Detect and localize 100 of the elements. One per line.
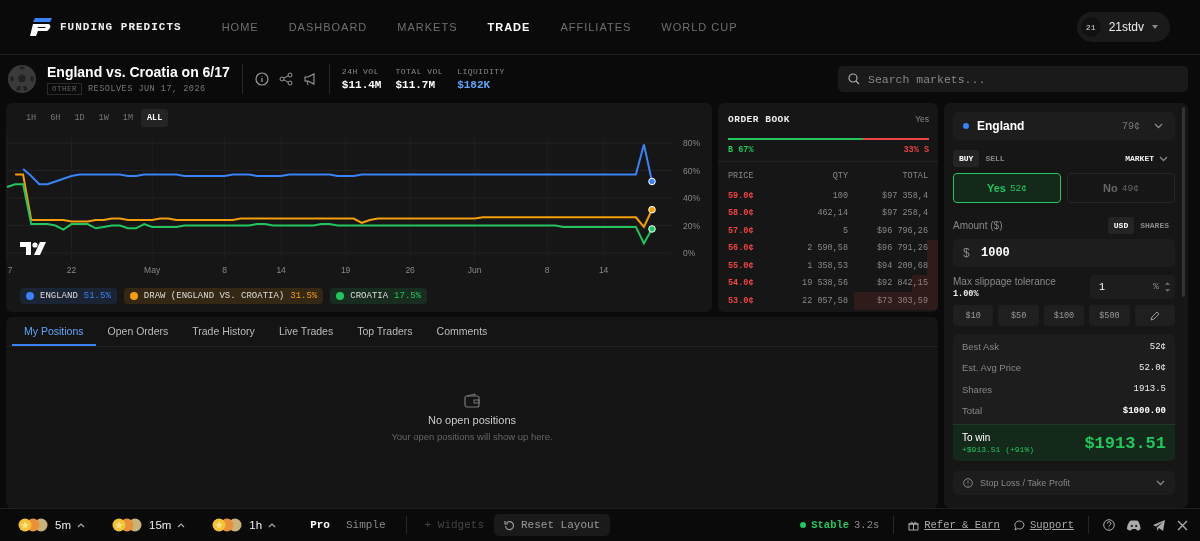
- quantity-cell-text: 462,14: [816, 208, 848, 219]
- percent-unit: %: [1153, 281, 1159, 292]
- nav-link[interactable]: TRADE: [487, 21, 531, 33]
- user-badge: 21: [1080, 17, 1101, 37]
- info-icon[interactable]: [254, 72, 269, 86]
- search-field[interactable]: Search markets...: [838, 66, 1188, 92]
- empty-state-title: No open positions: [427, 414, 517, 426]
- legend-item[interactable]: ENGLAND 51.5%: [20, 288, 117, 304]
- stepper-icon[interactable]: [1165, 281, 1170, 293]
- status-dot: [800, 522, 807, 528]
- outcome-button[interactable]: Yes 52¢: [953, 173, 1061, 203]
- slippage-value: 1.00%: [953, 288, 980, 299]
- x-axis-label: 8: [544, 265, 550, 275]
- side-label: Yes: [915, 114, 929, 124]
- panel-tab[interactable]: Trade History: [180, 317, 267, 346]
- quantity-cell-text: 100: [831, 190, 848, 201]
- range-tab[interactable]: 1M: [116, 109, 139, 127]
- y-axis-label: 60%: [683, 165, 700, 176]
- price-cell-text: 54.0¢: [728, 278, 755, 289]
- market-timeframe-button[interactable]: 1h: [211, 518, 277, 532]
- stat-label: LIQUIDITY: [457, 67, 505, 76]
- x-axis-label: 7: [7, 265, 13, 275]
- nav-link[interactable]: AFFILIATES: [560, 21, 632, 33]
- mode-tab[interactable]: Pro: [302, 519, 338, 531]
- x-axis-label: 14: [276, 265, 286, 275]
- panel-tab[interactable]: Top Traders: [345, 317, 425, 346]
- panel-tab[interactable]: Comments: [424, 317, 500, 346]
- x-axis-label: 14: [598, 265, 609, 275]
- panel-tab[interactable]: My Positions: [12, 317, 96, 346]
- paper-plane-icon[interactable]: [1153, 519, 1165, 531]
- buy-percentage: B 67%: [728, 145, 754, 155]
- summary-value: $1000.00: [1122, 405, 1166, 416]
- total-cell-text: $94 200,68: [876, 260, 928, 271]
- cross-icon[interactable]: [1177, 519, 1188, 531]
- market-timeframe-button[interactable]: 5m: [17, 518, 85, 532]
- chevron-down-icon: [1159, 155, 1168, 162]
- market-title: England vs. Croatia on 6/17: [47, 63, 230, 80]
- price-cell-text: 56.0¢: [728, 243, 755, 254]
- mode-tab[interactable]: Simple: [337, 519, 394, 531]
- x-axis-label: Jun: [467, 265, 482, 275]
- support-link[interactable]: Support: [1013, 519, 1074, 531]
- coin-stack-icon: [211, 518, 244, 532]
- legend-item[interactable]: CROATIA 17.5%: [330, 288, 428, 304]
- preset-amount-button[interactable]: $10: [953, 305, 994, 326]
- gamepad-icon[interactable]: [1127, 519, 1141, 531]
- user-menu[interactable]: 21 21stdv: [1076, 12, 1170, 42]
- summary-label: Est. Avg Price: [962, 362, 1021, 374]
- unit-toggle[interactable]: USD: [1107, 217, 1135, 234]
- nav-link[interactable]: WORLD CUP: [661, 21, 738, 33]
- legend-item[interactable]: DRAW (ENGLAND VS. CROATIA) 31.5%: [123, 288, 324, 304]
- y-axis-label: 40%: [683, 193, 700, 203]
- total-cell-text: $97 358,4: [881, 190, 928, 201]
- pencil-icon: [1149, 310, 1160, 321]
- empty-state-text: Your open positions will show up here.: [391, 431, 553, 442]
- to-win-value: $1913.51: [1084, 433, 1166, 453]
- currency-symbol: $: [963, 246, 970, 260]
- summary-label: Shares: [962, 383, 993, 395]
- stat-label: TOTAL VOL: [395, 67, 444, 76]
- x-axis-label: 26: [405, 265, 415, 275]
- quantity-cell-text: 2 590,58: [806, 243, 848, 254]
- gift-icon: [908, 519, 920, 531]
- preset-amount-button[interactable]: $500: [1089, 305, 1130, 326]
- help-icon[interactable]: [1103, 519, 1115, 531]
- side-tab[interactable]: SELL: [979, 150, 1011, 167]
- preset-amount-button[interactable]: $100: [1043, 305, 1085, 326]
- wallet-icon: [464, 393, 480, 409]
- stop-loss-expander[interactable]: Stop Loss / Take Profit: [953, 471, 1175, 496]
- quantity-cell-text: 5: [841, 225, 848, 236]
- range-tab[interactable]: 1H: [20, 109, 43, 127]
- last-point-marker: [648, 177, 656, 186]
- nav-link[interactable]: HOME: [221, 21, 259, 33]
- range-tab[interactable]: 1D: [68, 109, 91, 127]
- summary-label: Total: [962, 405, 983, 417]
- preset-amount-button[interactable]: $50: [998, 305, 1039, 326]
- reset-layout-button[interactable]: Reset Layout: [494, 514, 611, 536]
- user-name: 21stdv: [1108, 20, 1144, 34]
- caret-up-icon: [268, 522, 277, 528]
- range-tab[interactable]: 6H: [44, 109, 67, 127]
- summary-value: 52¢: [1149, 341, 1166, 352]
- nav-link[interactable]: DASHBOARD: [288, 21, 368, 33]
- panel-tab[interactable]: Open Orders: [95, 317, 181, 346]
- range-tab[interactable]: 1W: [92, 109, 115, 127]
- to-win-label: To win: [962, 432, 992, 444]
- market-timeframe-button[interactable]: 15m: [111, 518, 186, 532]
- y-axis-label: 20%: [683, 220, 700, 231]
- nav-link[interactable]: MARKETS: [397, 21, 458, 33]
- side-tab[interactable]: BUY: [953, 150, 980, 167]
- order-type-dropdown[interactable]: MARKET: [1125, 154, 1175, 163]
- x-axis-label: 8: [222, 265, 228, 275]
- stat-value: $182K: [457, 79, 492, 91]
- y-axis-label: 80%: [683, 138, 700, 148]
- latency-value: 3.2s: [854, 519, 880, 531]
- coin-stack-icon: [111, 518, 143, 532]
- range-tab[interactable]: ALL: [141, 109, 169, 127]
- outcome-selector[interactable]: England 79¢: [953, 112, 1175, 140]
- unit-toggle[interactable]: SHARES: [1134, 217, 1175, 234]
- refer-link[interactable]: Refer & Earn: [908, 519, 1000, 531]
- panel-tab[interactable]: Live Trades: [266, 317, 346, 346]
- megaphone-icon[interactable]: [302, 72, 317, 86]
- share-icon[interactable]: [278, 72, 293, 86]
